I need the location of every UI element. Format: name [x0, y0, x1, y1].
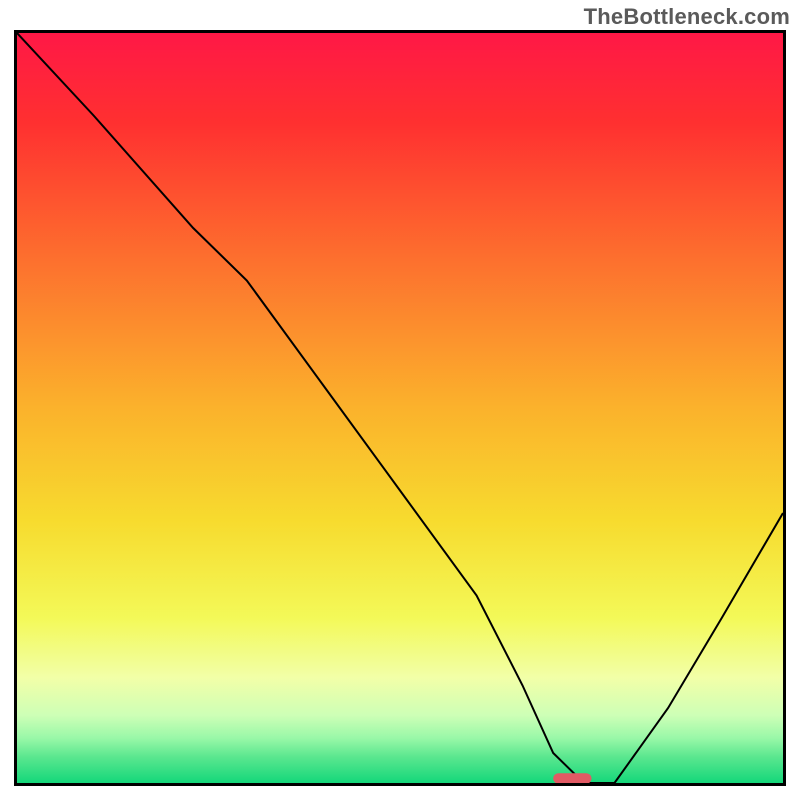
watermark-text: TheBottleneck.com	[584, 4, 790, 30]
gradient-background	[17, 33, 783, 783]
plot-frame	[14, 30, 786, 786]
chart-svg	[17, 33, 783, 783]
optimal-point-marker	[553, 773, 591, 783]
chart-container: TheBottleneck.com	[0, 0, 800, 800]
